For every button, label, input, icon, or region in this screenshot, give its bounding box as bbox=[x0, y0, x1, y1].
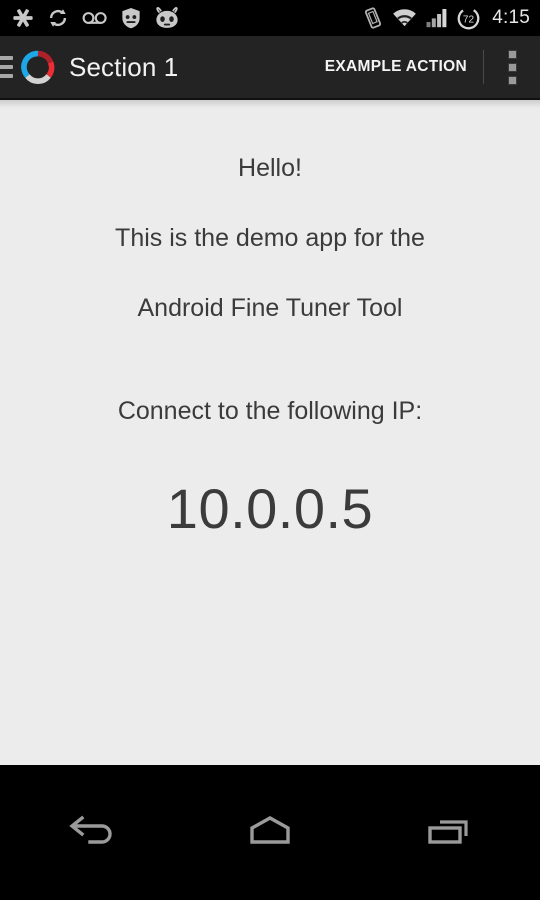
description-line-2: Android Fine Tuner Tool bbox=[137, 294, 403, 322]
status-bar-clock: 4:15 bbox=[492, 7, 530, 28]
cellular-signal-icon bbox=[426, 8, 448, 28]
main-content: Hello! This is the demo app for the Andr… bbox=[0, 100, 540, 765]
nav-recents-button[interactable] bbox=[390, 765, 510, 900]
greeting-text: Hello! bbox=[238, 154, 302, 182]
ip-address-value: 10.0.0.5 bbox=[166, 477, 374, 540]
connect-instruction-text: Connect to the following IP: bbox=[117, 397, 423, 425]
wifi-icon bbox=[392, 8, 417, 28]
action-bar: Section 1 EXAMPLE ACTION bbox=[0, 36, 540, 100]
nav-back-button[interactable] bbox=[30, 765, 150, 900]
system-navigation-bar bbox=[0, 765, 540, 900]
privacy-guard-icon bbox=[121, 7, 141, 29]
page-title: Section 1 bbox=[69, 51, 179, 82]
battery-level-text: 72 bbox=[463, 14, 475, 25]
navigation-drawer-button[interactable] bbox=[0, 36, 55, 98]
hamburger-menu-icon bbox=[0, 56, 13, 78]
home-icon bbox=[242, 810, 298, 855]
cyanogenmod-icon bbox=[154, 7, 180, 29]
app-logo-ring bbox=[21, 50, 55, 84]
status-bar: 72 4:15 bbox=[0, 0, 540, 36]
example-action-button[interactable]: EXAMPLE ACTION bbox=[309, 36, 483, 98]
back-arrow-icon bbox=[62, 810, 118, 855]
settings-asterisk-icon bbox=[12, 7, 34, 29]
recent-apps-icon bbox=[422, 810, 478, 855]
nav-home-button[interactable] bbox=[210, 765, 330, 900]
battery-circle-icon: 72 bbox=[457, 7, 480, 30]
vibrate-icon bbox=[363, 7, 383, 29]
android-device-screen: 72 4:15 Section 1 EXAMPLE ACTION Hello! … bbox=[0, 0, 540, 900]
status-bar-system-icons: 72 4:15 bbox=[363, 7, 530, 30]
description-line-1: This is the demo app for the bbox=[115, 224, 425, 252]
status-bar-notification-icons bbox=[12, 7, 180, 29]
sync-icon bbox=[47, 7, 69, 29]
overflow-menu-icon[interactable] bbox=[484, 36, 540, 98]
voicemail-icon bbox=[82, 9, 108, 27]
